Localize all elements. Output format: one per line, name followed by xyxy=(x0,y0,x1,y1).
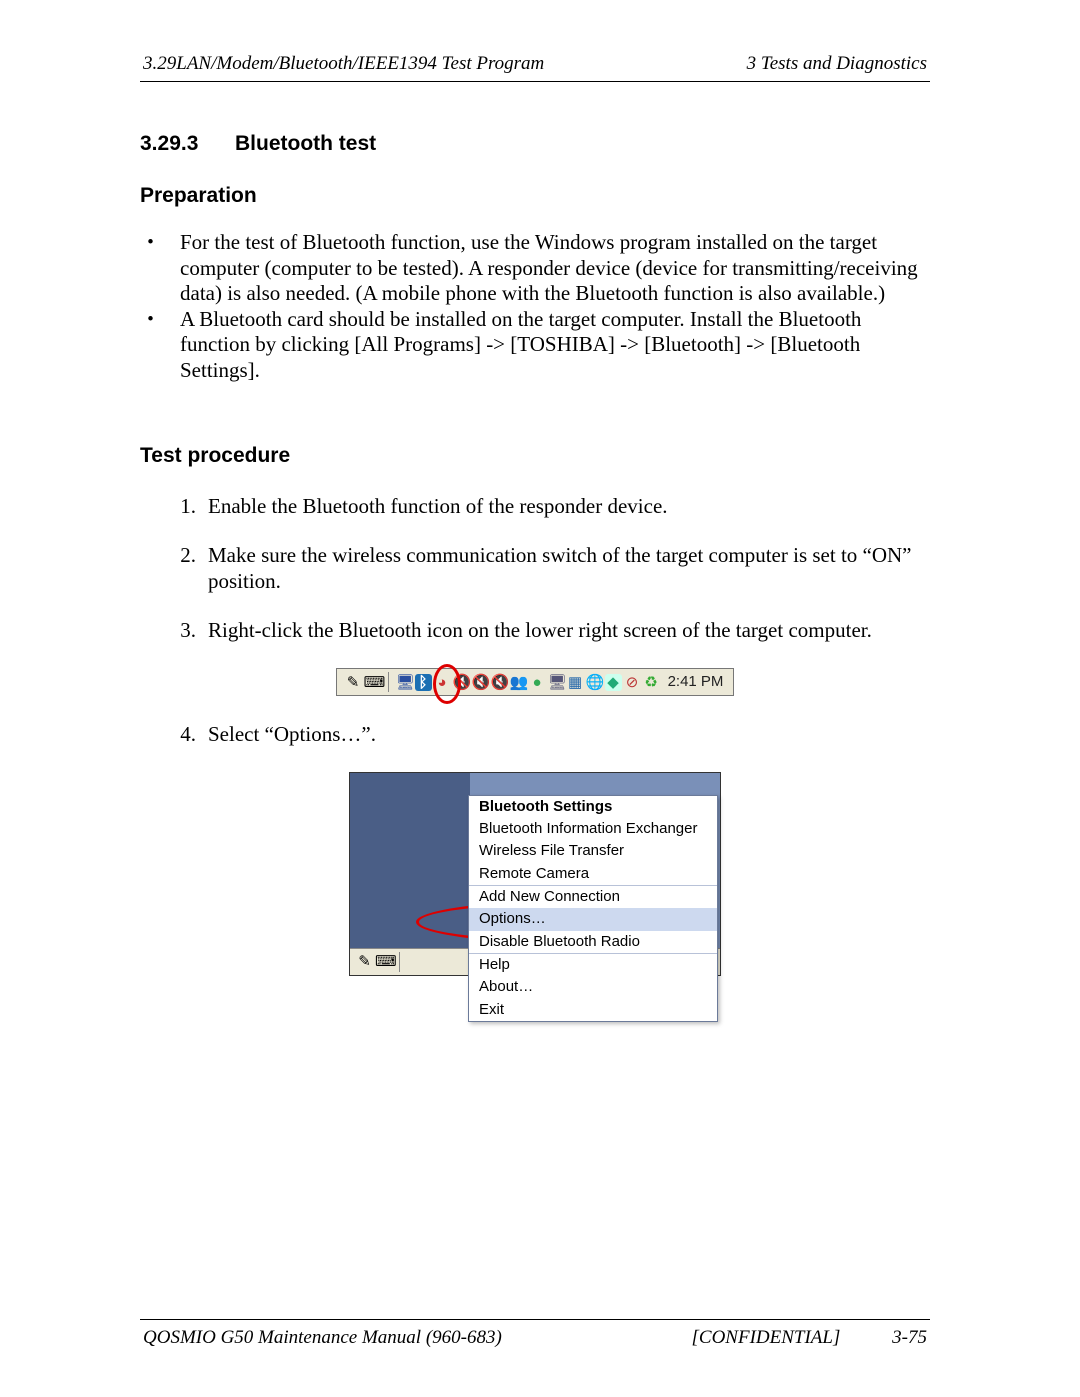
monitor-icon: 🖥 xyxy=(396,674,413,691)
menu-item-wireless-transfer[interactable]: Wireless File Transfer xyxy=(469,840,717,862)
menu-item-bt-exchanger[interactable]: Bluetooth Information Exchanger xyxy=(469,818,717,840)
bluetooth-icon[interactable]: ᛒ xyxy=(415,674,432,691)
prep-item: A Bluetooth card should be installed on … xyxy=(180,307,930,384)
step-number: 3. xyxy=(140,618,208,644)
footer-left: QOSMIO G50 Maintenance Manual (960-683) xyxy=(142,1326,656,1350)
pen-icon: ✎ xyxy=(356,953,373,970)
bullet-icon: ・ xyxy=(140,230,180,307)
globe-icon: 🌐 xyxy=(586,674,603,691)
keyboard-icon: ⌨ xyxy=(375,953,392,970)
section-number: 3.29.3 xyxy=(140,132,235,156)
section-heading: 3.29.3Bluetooth test xyxy=(140,132,930,156)
step-text: Select “Options…”. xyxy=(208,722,376,748)
menu-item-exit[interactable]: Exit xyxy=(469,999,717,1021)
grid-icon: ▦ xyxy=(567,674,584,691)
menu-item-options[interactable]: Options… xyxy=(469,908,717,930)
people-icon: 👥 xyxy=(510,674,527,691)
procedure-list: 1.Enable the Bluetooth function of the r… xyxy=(140,494,930,976)
speaker-x2-icon: 🔇 xyxy=(472,674,489,691)
divider-icon xyxy=(388,672,389,692)
preparation-list: ・For the test of Bluetooth function, use… xyxy=(140,230,930,384)
footer-right: 3-75 xyxy=(875,1326,928,1350)
shield-icon: ◆ xyxy=(605,674,622,691)
menu-item-disable-radio[interactable]: Disable Bluetooth Radio xyxy=(469,931,717,953)
step-number: 1. xyxy=(140,494,208,520)
page-header: 3.29LAN/Modem/Bluetooth/IEEE1394 Test Pr… xyxy=(140,50,930,82)
step-number: 4. xyxy=(140,722,208,748)
context-menu-figure: Bluetooth Settings Bluetooth Information… xyxy=(140,772,930,976)
footer-center: [CONFIDENTIAL] xyxy=(658,1326,873,1350)
speaker-x3-icon: 🔇 xyxy=(491,674,508,691)
prep-item: For the test of Bluetooth function, use … xyxy=(180,230,930,307)
speaker-x-icon: 🔇 xyxy=(453,674,470,691)
divider-icon xyxy=(399,952,400,972)
monitor2-icon: 🖥 xyxy=(548,674,565,691)
pen-icon: ✎ xyxy=(345,674,362,691)
step-text: Enable the Bluetooth function of the res… xyxy=(208,494,668,520)
header-left: 3.29LAN/Modem/Bluetooth/IEEE1394 Test Pr… xyxy=(142,52,682,76)
menu-item-help[interactable]: Help xyxy=(469,954,717,976)
menu-item-add-connection[interactable]: Add New Connection xyxy=(469,886,717,908)
menu-item-remote-camera[interactable]: Remote Camera xyxy=(469,863,717,885)
procedure-heading: Test procedure xyxy=(140,444,930,468)
bullet-icon: ・ xyxy=(140,307,180,384)
bluetooth-context-menu: Bluetooth Settings Bluetooth Information… xyxy=(468,795,718,1022)
block-icon: ⊘ xyxy=(624,674,641,691)
ball-icon: ● xyxy=(529,674,546,691)
menu-item-about[interactable]: About… xyxy=(469,976,717,998)
keyboard-icon: ⌨ xyxy=(364,674,381,691)
menu-item-bt-settings[interactable]: Bluetooth Settings xyxy=(469,796,717,818)
step-text: Right-click the Bluetooth icon on the lo… xyxy=(208,618,872,644)
page-footer: QOSMIO G50 Maintenance Manual (960-683) … xyxy=(140,1319,930,1352)
clock-red-icon: ◕ xyxy=(434,674,451,691)
recycle-icon: ♻ xyxy=(643,674,660,691)
tray-clock: 2:41 PM xyxy=(668,673,724,691)
section-title: Bluetooth test xyxy=(235,132,376,155)
preparation-heading: Preparation xyxy=(140,184,930,208)
step-text: Make sure the wireless communication swi… xyxy=(208,543,930,594)
header-right: 3 Tests and Diagnostics xyxy=(684,52,928,76)
step-number: 2. xyxy=(140,543,208,594)
systray-figure: ✎ ⌨ 🖥 ᛒ ◕ 🔇 🔇 🔇 👥 ● 🖥 ▦ 🌐 ◆ ⊘ ♻ xyxy=(140,668,930,696)
